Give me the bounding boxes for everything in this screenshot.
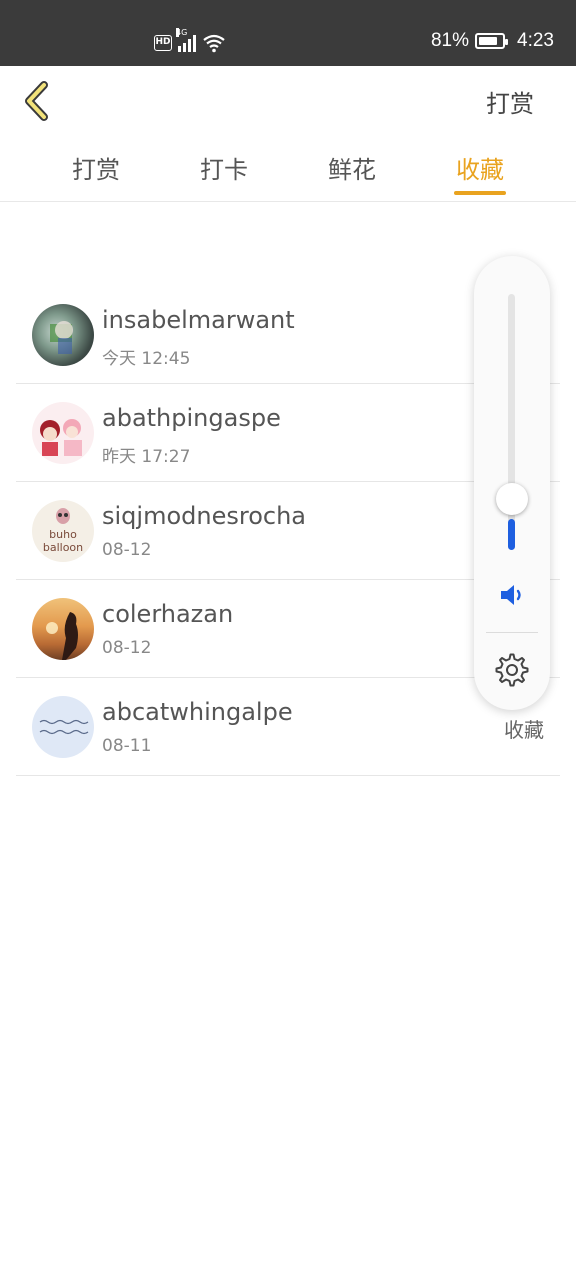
logo-text-bottom: balloon <box>43 541 83 554</box>
active-tab-indicator <box>454 191 506 195</box>
favorite-label[interactable]: 收藏 <box>504 714 544 743</box>
reward-button[interactable]: 打赏 <box>486 84 534 119</box>
avatar-photo <box>40 419 82 456</box>
logo-text-top: buho <box>49 528 77 541</box>
tab-reward[interactable]: 打赏 <box>36 150 156 185</box>
user-name: abathpingaspe <box>102 404 281 432</box>
clock: 4:23 <box>517 30 554 51</box>
volume-divider <box>486 632 538 633</box>
wifi-icon <box>203 34 225 53</box>
battery-fill <box>479 37 497 45</box>
item-time: 今天 12:45 <box>102 349 191 369</box>
user-name: colerhazan <box>102 600 234 628</box>
avatar[interactable] <box>32 598 94 660</box>
hd-badge: HD <box>154 35 172 51</box>
status-bar: HD 4G 81% 4:23 <box>0 0 576 66</box>
status-right: 81% 4:23 <box>431 30 554 52</box>
avatar-photo <box>50 321 73 354</box>
status-left: HD 4G <box>154 28 226 56</box>
network-type-label: 4G <box>176 28 188 37</box>
volume-slider-thumb[interactable] <box>496 483 528 515</box>
avatar-logo: buho balloon <box>43 508 83 554</box>
speaker-icon[interactable] <box>498 582 526 608</box>
signal-icon: 4G <box>176 28 196 52</box>
header: 打赏 <box>0 66 576 136</box>
user-name: abcatwhingalpe <box>102 698 293 726</box>
avatar-photo <box>46 612 78 660</box>
user-name: siqjmodnesrocha <box>102 502 306 530</box>
tab-checkin[interactable]: 打卡 <box>164 150 284 185</box>
tab-favorites[interactable]: 收藏 <box>420 150 540 185</box>
volume-panel[interactable] <box>474 256 550 710</box>
volume-slider-fill <box>508 519 515 550</box>
gear-icon[interactable] <box>494 653 530 689</box>
avatar[interactable]: buho balloon <box>32 500 94 562</box>
item-time: 昨天 17:27 <box>102 447 191 467</box>
user-name: insabelmarwant <box>102 306 295 334</box>
item-time: 08-12 <box>102 540 152 560</box>
avatar[interactable] <box>32 402 94 464</box>
battery-icon <box>475 33 509 49</box>
item-time: 08-12 <box>102 638 152 658</box>
list-item[interactable]: abcatwhingalpe 08-11 收藏 <box>16 678 560 776</box>
avatar-handwriting <box>39 719 89 735</box>
avatar[interactable] <box>32 696 94 758</box>
chevron-left-icon[interactable] <box>20 80 56 122</box>
tab-bar: 打赏 打卡 鲜花 收藏 <box>0 136 576 202</box>
tab-flowers[interactable]: 鲜花 <box>292 150 412 185</box>
avatar[interactable] <box>32 304 94 366</box>
item-time: 08-11 <box>102 736 152 756</box>
battery-percent: 81% <box>430 30 470 51</box>
